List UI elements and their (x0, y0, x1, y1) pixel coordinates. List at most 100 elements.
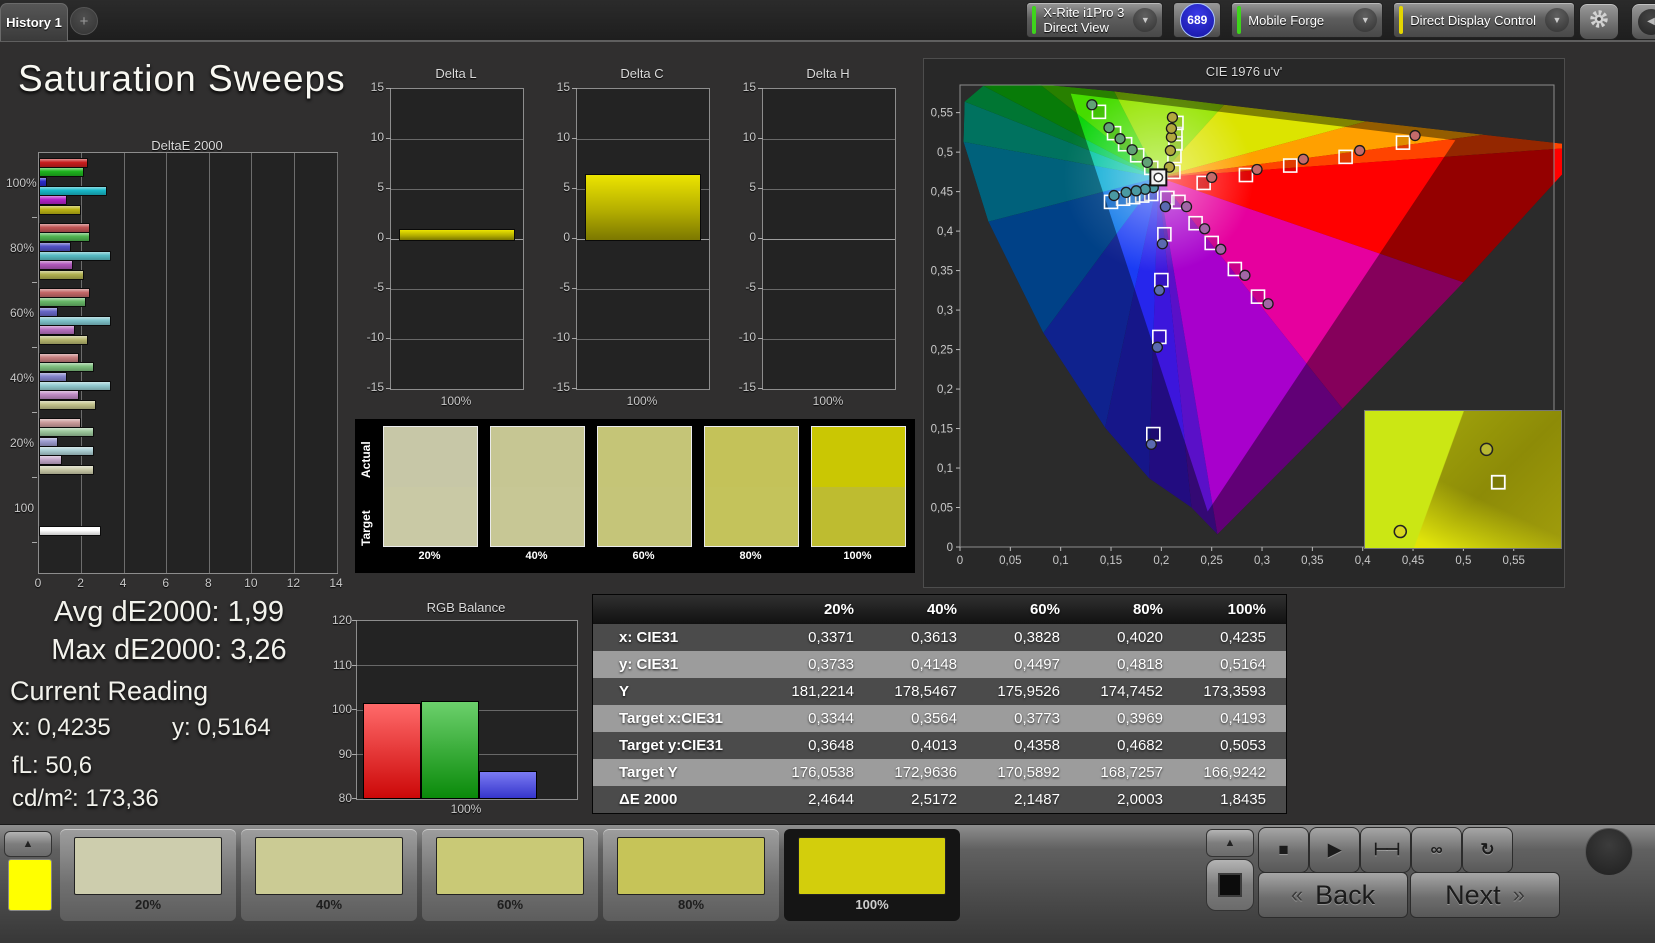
meter-direct-display-control[interactable]: Direct Display Control ▼ (1393, 2, 1575, 38)
refresh-button[interactable]: ↻ (1462, 827, 1513, 873)
deltae-bar (39, 464, 95, 475)
record-indicator[interactable] (1585, 828, 1633, 876)
meter-xrite[interactable]: X-Rite i1Pro 3 Direct View ▼ (1026, 2, 1164, 38)
table-row: x: CIE31 0,3371 0,3613 0,3828 0,4020 0,4235 (593, 624, 1286, 651)
collapse-panel-button[interactable]: ◀ (1631, 3, 1655, 40)
grid-line (251, 153, 253, 573)
group-label: 20% (9, 436, 34, 450)
y-tick-label: 5 (563, 180, 570, 194)
delta-bar (399, 229, 515, 241)
measured-point-yellow (1166, 111, 1179, 124)
table-cell: 174,7452 (1100, 683, 1163, 700)
deltae-bar (39, 167, 84, 178)
table-cell: 0,3648 (808, 737, 854, 754)
target-square-magenta (1250, 289, 1266, 304)
grid-line (391, 288, 523, 290)
target-square-blue (1146, 426, 1161, 442)
scroll-up-button[interactable]: ▲ (4, 831, 52, 857)
column-header: 80% (1132, 601, 1163, 618)
pattern-window-button[interactable]: ⊢⊣ (1360, 827, 1411, 873)
axis-tick (572, 88, 577, 89)
delta-plot (576, 88, 710, 390)
comparison-swatch (704, 426, 799, 547)
pattern-label: 20% (134, 897, 162, 912)
pattern-button-100%[interactable]: 100% (784, 829, 960, 921)
play-button[interactable]: ▶ (1309, 827, 1360, 873)
status-strip (1237, 6, 1242, 34)
row-label: Y (619, 683, 630, 700)
y-tick-label: 10 (556, 130, 570, 144)
svg-text:0,35: 0,35 (1301, 555, 1323, 567)
y-tick-label: 15 (556, 80, 570, 94)
refresh-icon: ↻ (1480, 840, 1495, 859)
svg-text:0,2: 0,2 (1153, 555, 1169, 567)
chevron-right-icon: » (1512, 882, 1525, 907)
svg-text:0,15: 0,15 (931, 424, 953, 436)
table-cell: 0,4020 (1117, 629, 1163, 646)
measured-point-cyan (1130, 185, 1142, 197)
y-tick-label: -15 (552, 380, 570, 394)
delta-lch-charts: Delta L 15 10 5 0 -5 -10 -15 100% Delta C 15 10 5 0 -5… (358, 62, 906, 414)
grid-line (166, 153, 168, 573)
row-label: ΔE 2000 (619, 791, 678, 808)
axis-tick (758, 138, 763, 139)
target-color (598, 486, 691, 546)
axis-tick (386, 338, 391, 339)
tab-history-1[interactable]: History 1 (0, 3, 68, 41)
measured-point-red (1409, 129, 1421, 142)
y-tick-label: -10 (366, 330, 384, 344)
table-cell: 166,9242 (1203, 764, 1266, 781)
table-cell: 176,0538 (791, 764, 854, 781)
group-label: 60% (9, 306, 34, 320)
axis-tick (572, 138, 577, 139)
pattern-button-60%[interactable]: 60% (422, 829, 598, 921)
meter-mobile-forge[interactable]: Mobile Forge ▼ (1231, 2, 1384, 38)
y-tick-label: -5 (373, 280, 384, 294)
chevron-down-icon[interactable]: ▼ (1353, 8, 1378, 32)
svg-text:0,35: 0,35 (931, 266, 953, 278)
grid-line (336, 153, 338, 573)
measured-point-cyan (1120, 186, 1132, 199)
deltae-bar (39, 325, 76, 336)
pattern-size-up-button[interactable]: ▲ (1206, 829, 1254, 857)
deltae-2000-chart: DeltaE 2000 0 2 4 6 8 10 12 14 100% 80% 60% 40% 20% 1… (6, 138, 343, 608)
group-label: 100 (13, 501, 34, 515)
add-tab-button[interactable]: + (70, 7, 98, 35)
settings-button[interactable] (1579, 3, 1619, 40)
chevron-down-icon[interactable]: ▼ (1545, 8, 1569, 32)
axis-tick (32, 282, 37, 283)
axis-tick (386, 88, 391, 89)
axis-tick (758, 338, 763, 339)
chart-title: Delta L (435, 66, 477, 81)
axis-tick (758, 288, 763, 289)
chevron-left-icon: ◀ (1638, 8, 1655, 35)
next-button[interactable]: Next » (1410, 872, 1560, 918)
gear-icon (1588, 8, 1610, 35)
y-tick-label: 100 (331, 702, 352, 716)
pattern-button-80%[interactable]: 80% (603, 829, 779, 921)
grid-line (391, 138, 523, 140)
table-row: Target x:CIE31 0,3344 0,3564 0,3773 0,3969 0,… (593, 705, 1286, 732)
delta-plot (762, 88, 896, 390)
measured-point-blue (1156, 238, 1169, 250)
pattern-button-40%[interactable]: 40% (241, 829, 417, 921)
continuous-button[interactable]: ∞ (1411, 827, 1462, 873)
chevron-down-icon[interactable]: ▼ (1133, 8, 1158, 32)
y-tick-label: 80 (338, 791, 352, 805)
x-tick-label: 6 (162, 576, 170, 590)
stop-button[interactable]: ■ (1258, 827, 1309, 873)
swatch-label: 20% (418, 550, 441, 562)
svg-text:0,3: 0,3 (937, 305, 953, 317)
grid-line (763, 188, 895, 190)
row-label: Target y:CIE31 (619, 737, 723, 754)
chevron-left-icon: « (1290, 882, 1304, 907)
y-tick-label: -5 (745, 280, 756, 294)
deltae-bar (39, 334, 88, 345)
pattern-swatch (74, 837, 222, 895)
rgb-bar-green (421, 700, 479, 799)
back-button[interactable]: « Back (1258, 872, 1408, 918)
pattern-button-20%[interactable]: 20% (60, 829, 236, 921)
avg-de2000-stat: Avg dE2000: 1,99 (53, 596, 285, 628)
pattern-window-button[interactable] (1206, 859, 1254, 911)
fl-reading: fL: 50,6 (12, 752, 93, 779)
